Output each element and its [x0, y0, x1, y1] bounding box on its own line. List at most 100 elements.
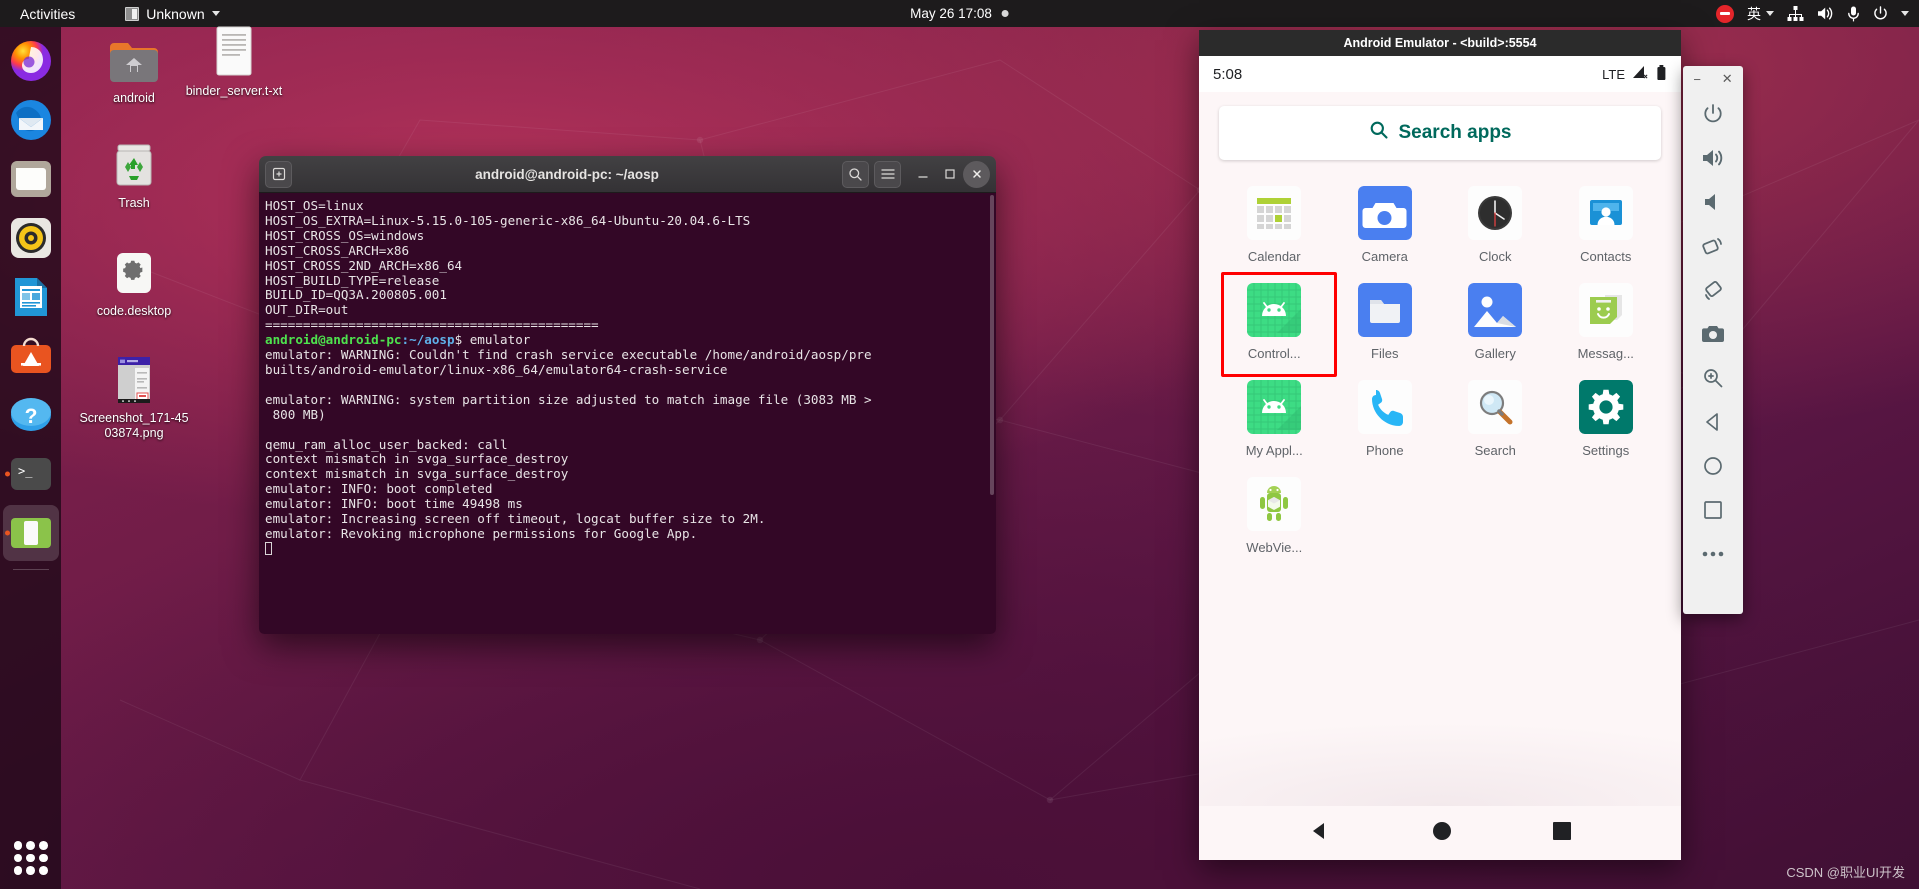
terminal-line: emulator: Increasing screen off timeout,…: [265, 511, 766, 527]
activities-button[interactable]: Activities: [12, 3, 83, 25]
terminal-line: emulator: INFO: boot time 49498 ms: [265, 496, 523, 512]
input-method-indicator[interactable]: 英: [1747, 4, 1774, 24]
emulator-home-button[interactable]: [1691, 444, 1735, 488]
show-applications-button[interactable]: [13, 841, 48, 875]
app-icon-camera[interactable]: Camera: [1330, 180, 1441, 268]
apps-grid-dot: [38, 841, 48, 850]
app-icon-files[interactable]: Files: [1330, 277, 1441, 365]
app-icon-clock[interactable]: Clock: [1440, 180, 1551, 268]
app-icon-phone[interactable]: Phone: [1330, 374, 1441, 462]
dock-item-files[interactable]: [3, 151, 59, 207]
cursor-block-icon: [265, 541, 272, 555]
app-icon-calendar[interactable]: Calendar: [1219, 180, 1330, 268]
terminal-line: OUT_DIR=out: [265, 302, 349, 318]
libreoffice-writer-icon: [10, 276, 52, 318]
app-icon-myappl[interactable]: My Appl...: [1219, 374, 1330, 462]
watermark: CSDN @职业UI开发: [1786, 865, 1905, 880]
system-tray[interactable]: 英: [1716, 4, 1909, 24]
folder-icon: [78, 35, 190, 85]
terminal-line: HOST_CROSS_2ND_ARCH=x86_64: [265, 257, 463, 273]
dock-item-terminal[interactable]: >_: [3, 446, 59, 502]
dock-item-thunderbird[interactable]: [3, 92, 59, 148]
rhythmbox-icon: [10, 217, 52, 259]
chevron-down-icon[interactable]: [1901, 11, 1909, 16]
dock-item-rhythmbox[interactable]: [3, 210, 59, 266]
desktop-icon-screenshot-png[interactable]: Screenshot_171-4503874.png: [78, 355, 190, 440]
app-icon-contacts[interactable]: Contacts: [1551, 180, 1662, 268]
clock-label: May 26 17:08: [910, 6, 992, 21]
dock-item-ubuntu-software[interactable]: [3, 328, 59, 384]
emulator-screenshot-button[interactable]: [1691, 312, 1735, 356]
terminal-icon: >_: [10, 453, 52, 495]
terminal-line: context mismatch in svga_surface_destroy: [265, 466, 569, 482]
back-button[interactable]: [1308, 819, 1332, 848]
app-icon-control[interactable]: Control...: [1219, 272, 1337, 377]
do-not-disturb-icon[interactable]: [1716, 4, 1734, 23]
apps-grid-dot: [26, 841, 35, 850]
desktop-icon-trash[interactable]: Trash: [78, 140, 190, 211]
emulator-volume-up-button[interactable]: [1691, 136, 1735, 180]
emulator-side-toolbar: − ✕: [1683, 66, 1743, 614]
maximize-button[interactable]: [936, 161, 963, 188]
terminal-scrollbar[interactable]: [990, 195, 994, 495]
dock-item-firefox[interactable]: [3, 33, 59, 89]
minimize-button[interactable]: [909, 161, 936, 188]
terminal-output[interactable]: HOST_OS=linux HOST_OS_EXTRA=Linux-5.15.0-…: [259, 193, 996, 634]
terminal-line: builts/android-emulator/linux-x86_64/emu…: [265, 361, 728, 377]
power-icon[interactable]: [1873, 6, 1888, 21]
app-icon-messag[interactable]: Messag...: [1551, 277, 1662, 365]
search-icon[interactable]: [842, 160, 869, 188]
volume-icon[interactable]: [1817, 6, 1834, 21]
terminal-cursor-line: [265, 541, 996, 557]
emulator-screen[interactable]: 5:08 LTE Search apps Calendar Camera Clo…: [1199, 56, 1681, 860]
network-icon[interactable]: [1787, 6, 1804, 21]
app-menu-button[interactable]: Unknown: [119, 3, 225, 25]
files-app-icon: [1357, 283, 1412, 337]
emulator-more-button[interactable]: [1691, 532, 1735, 576]
terminal-line: HOST_CROSS_OS=windows: [265, 227, 425, 243]
emulator-rotate-right-button[interactable]: [1691, 268, 1735, 312]
close-button[interactable]: [963, 160, 990, 188]
app-icon-settings[interactable]: Settings: [1551, 374, 1662, 462]
emulator-rotate-left-button[interactable]: [1691, 224, 1735, 268]
app-icon-gallery[interactable]: Gallery: [1440, 277, 1551, 365]
wallpaper-hill: [1199, 686, 1681, 806]
dock-item-help[interactable]: ?: [3, 387, 59, 443]
terminal-line: emulator: Revoking microphone permission…: [265, 525, 698, 541]
terminal-titlebar[interactable]: android@android-pc: ~/aosp: [259, 156, 996, 193]
emulator-recents-button[interactable]: [1691, 488, 1735, 532]
search-apps-bar[interactable]: Search apps: [1219, 106, 1661, 160]
dock-item-android-emulator[interactable]: [2, 505, 59, 561]
home-button[interactable]: [1431, 820, 1453, 847]
app-label: Search: [1474, 443, 1516, 458]
signal-off-icon: [1632, 65, 1649, 83]
search-app-icon: [1468, 380, 1523, 434]
phone-icon: [1357, 380, 1412, 434]
menu-icon[interactable]: [874, 160, 901, 188]
emulator-back-button[interactable]: [1691, 400, 1735, 444]
trash-icon: [78, 140, 190, 190]
clock-button[interactable]: May 26 17:08: [910, 6, 1009, 21]
dock-item-libreoffice-writer[interactable]: [3, 269, 59, 325]
emulator-title: Android Emulator - <build>:5554: [1343, 36, 1537, 50]
emulator-power-button[interactable]: [1691, 92, 1735, 136]
ubuntu-dock: ? >_: [0, 27, 61, 889]
help-icon: ?: [10, 394, 52, 436]
terminal-line: HOST_BUILD_TYPE=release: [265, 272, 440, 288]
microphone-icon[interactable]: [1847, 6, 1860, 22]
apps-grid-dot: [13, 841, 23, 850]
desktop-icon-binder-server-txt[interactable]: binder_server.t-xt: [178, 26, 290, 99]
desktop-icon-android[interactable]: android: [78, 35, 190, 106]
desktop-icon-code-desktop[interactable]: code.desktop: [78, 248, 190, 319]
emulator-close-button[interactable]: ✕: [1722, 71, 1733, 87]
app-icon-webvie[interactable]: WebVie...: [1219, 471, 1330, 559]
app-label: Clock: [1478, 249, 1512, 264]
emulator-zoom-button[interactable]: [1691, 356, 1735, 400]
emulator-minimize-button[interactable]: −: [1693, 72, 1701, 87]
emulator-titlebar[interactable]: Android Emulator - <build>:5554: [1199, 30, 1681, 56]
app-icon-search[interactable]: Search: [1440, 374, 1551, 462]
recents-button[interactable]: [1552, 821, 1572, 846]
new-tab-icon[interactable]: [265, 160, 292, 188]
emulator-volume-down-button[interactable]: [1691, 180, 1735, 224]
search-apps-label: Search apps: [1398, 122, 1512, 143]
